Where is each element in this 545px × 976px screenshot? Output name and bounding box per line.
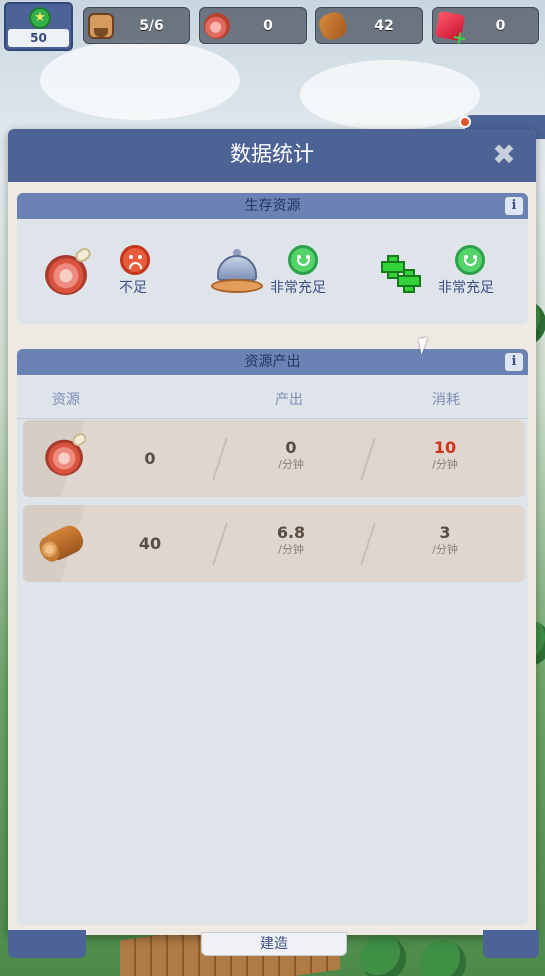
population-value: 5/6	[139, 18, 164, 34]
cloud	[300, 60, 480, 130]
tree	[420, 940, 466, 976]
survival-item-food: 不足	[43, 219, 193, 324]
gem-value: 0	[495, 18, 506, 34]
top-hud: ★ 50 5/6 0 42 0	[0, 0, 545, 52]
consume-rate: 10 /分钟	[405, 438, 485, 471]
consume-unit: /分钟	[432, 458, 458, 471]
consume-unit: /分钟	[432, 543, 458, 556]
table-row[interactable]: 0 0 /分钟 10 /分钟	[23, 420, 525, 497]
bottom-right-button[interactable]	[483, 930, 539, 958]
level-badge[interactable]: ★ 50	[4, 2, 73, 51]
resource-amount: 40	[138, 534, 162, 553]
table-row[interactable]: 40 6.8 /分钟 3 /分钟	[23, 505, 525, 582]
meat-icon	[204, 13, 230, 39]
survival-status: 非常充足	[270, 280, 326, 296]
consume-rate: 3 /分钟	[405, 523, 485, 556]
gem-plus-icon[interactable]	[434, 10, 466, 42]
meat-icon	[41, 431, 89, 480]
wood-value: 42	[374, 18, 394, 34]
column-header-output: 产出	[275, 392, 303, 408]
happy-face-icon	[288, 245, 318, 275]
column-header-resource: 资源	[52, 392, 80, 408]
resource-amount: 0	[144, 449, 156, 468]
meat-icon	[43, 245, 93, 295]
survival-panel: 生存资源 i 不足 非常充足 非常充足	[17, 193, 528, 324]
notification-dot	[459, 116, 471, 128]
output-rate: 6.8 /分钟	[251, 523, 331, 556]
medical-cross-icon	[381, 255, 427, 299]
production-panel-title: 资源产出	[244, 354, 301, 370]
star-icon: ★	[29, 7, 51, 29]
divider	[212, 438, 228, 480]
tree	[360, 935, 406, 976]
output-rate: 0 /分钟	[251, 438, 331, 471]
survival-panel-header: 生存资源 i	[17, 193, 528, 219]
cloche-icon	[211, 249, 263, 295]
population-counter[interactable]: 5/6	[83, 7, 190, 44]
column-header-consume: 消耗	[432, 392, 460, 408]
output-value: 0	[285, 438, 297, 457]
consume-value: 3	[439, 523, 451, 542]
close-icon[interactable]: ✖	[490, 141, 518, 169]
cloud	[40, 40, 240, 120]
info-icon[interactable]: i	[505, 197, 523, 215]
wood-counter[interactable]: 42	[315, 7, 423, 44]
gem-counter[interactable]: 0	[432, 7, 539, 44]
output-value: 6.8	[276, 523, 306, 542]
info-icon[interactable]: i	[505, 353, 523, 371]
divider	[212, 523, 228, 565]
modal-title: 数据统计	[230, 142, 314, 166]
bottom-left-button[interactable]	[8, 930, 86, 958]
output-unit: /分钟	[278, 458, 304, 471]
survival-status: 不足	[119, 280, 147, 296]
output-unit: /分钟	[278, 543, 304, 556]
log-icon	[316, 9, 350, 43]
statistics-modal: 数据统计 ✖ 生存资源 i 不足 非常充足 非常充足 资源产出 i 资源 产出 …	[8, 129, 536, 935]
survival-status: 非常充足	[438, 280, 494, 296]
level-value: 50	[8, 29, 69, 47]
happy-face-icon	[455, 245, 485, 275]
sad-face-icon	[120, 245, 150, 275]
survival-panel-title: 生存资源	[244, 198, 301, 214]
consume-value: 10	[433, 438, 457, 457]
meat-value: 0	[263, 18, 273, 34]
villager-face-icon	[88, 13, 114, 39]
log-icon	[38, 519, 88, 565]
production-panel: 资源产出 i 资源 产出 消耗 0 0 /分钟 10 /分钟 40 6.8 /分…	[17, 349, 528, 925]
survival-item-medical: 非常充足	[381, 219, 523, 324]
divider	[360, 523, 376, 565]
modal-header: 数据统计 ✖	[8, 129, 536, 182]
production-panel-header: 资源产出 i	[17, 349, 528, 375]
survival-item-meal: 非常充足	[211, 219, 351, 324]
meat-counter[interactable]: 0	[199, 7, 307, 44]
divider	[360, 438, 376, 480]
build-button[interactable]: 建造	[201, 932, 347, 956]
production-list[interactable]: 0 0 /分钟 10 /分钟 40 6.8 /分钟 3 /分钟	[17, 418, 528, 925]
